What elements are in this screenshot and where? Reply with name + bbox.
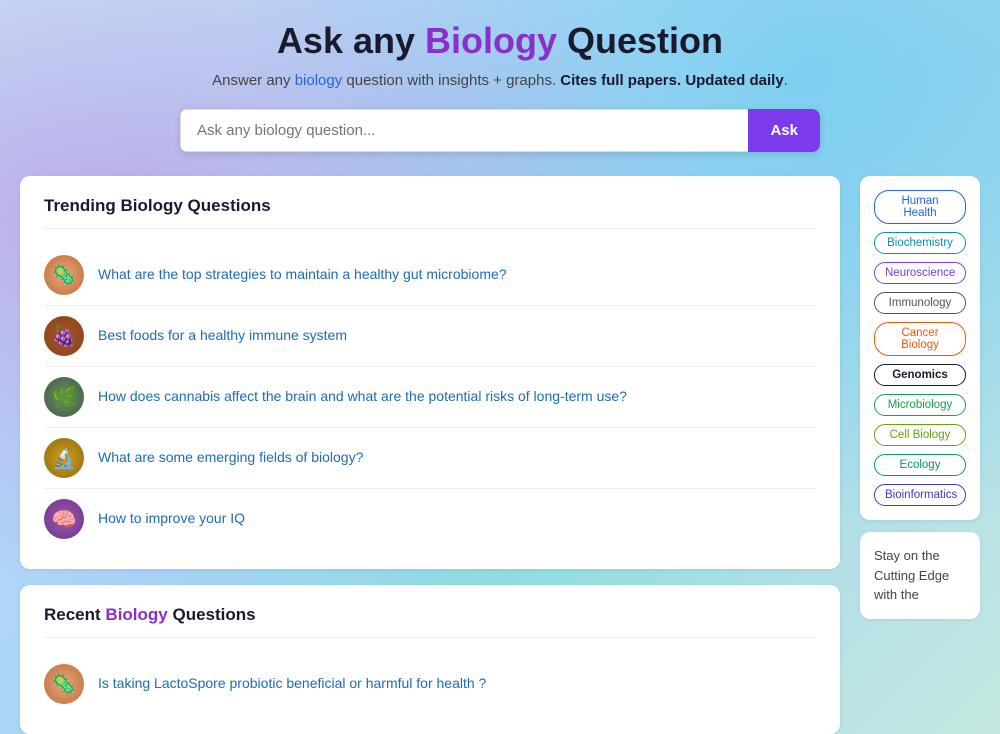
subtitle-mid: question with insights + graphs. [342, 72, 560, 89]
trending-card: Trending Biology Questions 🦠 What are th… [20, 176, 840, 569]
question-icon-4: 🔬 [44, 438, 84, 478]
recent-question-list: 🦠 Is taking LactoSpore probiotic benefic… [44, 654, 816, 714]
subtitle-bold: Cites full papers. Updated daily [560, 72, 783, 89]
subtitle-end: . [784, 72, 788, 89]
trending-question-list: 🦠 What are the top strategies to maintai… [44, 245, 816, 549]
question-icon-3: 🌿 [44, 377, 84, 417]
subtitle-biology: biology [295, 72, 343, 89]
tag-immunology[interactable]: Immunology [874, 292, 966, 314]
tags-card: Human Health Biochemistry Neuroscience I… [860, 176, 980, 520]
tag-cancer-biology[interactable]: Cancer Biology [874, 322, 966, 356]
tag-human-health[interactable]: Human Health [874, 190, 966, 224]
search-input[interactable] [180, 109, 748, 152]
recent-card: Recent Biology Questions 🦠 Is taking Lac… [20, 585, 840, 734]
search-bar: Ask [180, 109, 820, 152]
question-icon-1: 🦠 [44, 255, 84, 295]
page-header: Ask any Biology Question Answer any biol… [212, 20, 788, 89]
cutting-edge-card: Stay on the Cutting Edge with the [860, 532, 980, 619]
recent-title: Recent Biology Questions [44, 605, 816, 638]
tag-biochemistry[interactable]: Biochemistry [874, 232, 966, 254]
question-link-3[interactable]: How does cannabis affect the brain and w… [98, 387, 627, 407]
question-icon-2: 🍇 [44, 316, 84, 356]
list-item[interactable]: 🦠 Is taking LactoSpore probiotic benefic… [44, 654, 816, 714]
question-link-4[interactable]: What are some emerging fields of biology… [98, 448, 363, 468]
list-item[interactable]: 🔬 What are some emerging fields of biolo… [44, 428, 816, 489]
list-item[interactable]: 🦠 What are the top strategies to maintai… [44, 245, 816, 306]
page-title: Ask any Biology Question [212, 20, 788, 62]
tag-ecology[interactable]: Ecology [874, 454, 966, 476]
list-item[interactable]: 🌿 How does cannabis affect the brain and… [44, 367, 816, 428]
tag-bioinformatics[interactable]: Bioinformatics [874, 484, 966, 506]
recent-question-link-1[interactable]: Is taking LactoSpore probiotic beneficia… [98, 674, 486, 694]
question-link-2[interactable]: Best foods for a healthy immune system [98, 326, 347, 346]
list-item[interactable]: 🧠 How to improve your IQ [44, 489, 816, 549]
question-link-5[interactable]: How to improve your IQ [98, 509, 245, 529]
tag-genomics[interactable]: Genomics [874, 364, 966, 386]
main-layout: Trending Biology Questions 🦠 What are th… [20, 176, 980, 734]
trending-title: Trending Biology Questions [44, 196, 816, 229]
title-biology: Biology [425, 20, 557, 61]
subtitle: Answer any biology question with insight… [212, 72, 788, 89]
tag-cell-biology[interactable]: Cell Biology [874, 424, 966, 446]
question-link-1[interactable]: What are the top strategies to maintain … [98, 265, 507, 285]
recent-question-icon-1: 🦠 [44, 664, 84, 704]
tag-microbiology[interactable]: Microbiology [874, 394, 966, 416]
title-post: Question [557, 20, 723, 61]
right-panel: Human Health Biochemistry Neuroscience I… [860, 176, 980, 619]
left-panel: Trending Biology Questions 🦠 What are th… [20, 176, 840, 734]
ask-button[interactable]: Ask [748, 109, 820, 152]
list-item[interactable]: 🍇 Best foods for a healthy immune system [44, 306, 816, 367]
question-icon-5: 🧠 [44, 499, 84, 539]
tag-neuroscience[interactable]: Neuroscience [874, 262, 966, 284]
subtitle-pre: Answer any [212, 72, 295, 89]
title-pre: Ask any [277, 20, 425, 61]
cutting-edge-text: Stay on the Cutting Edge with the [874, 548, 949, 602]
